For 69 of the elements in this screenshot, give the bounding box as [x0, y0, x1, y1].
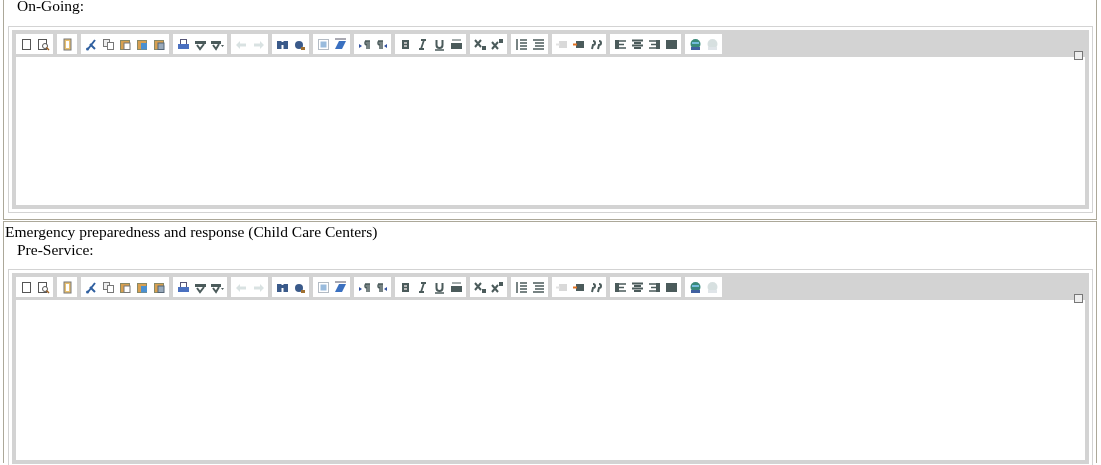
clipboard-icon [152, 280, 166, 294]
underline-icon [432, 37, 446, 51]
collapse-toolbar-button[interactable] [1074, 51, 1083, 60]
clipboard-icon [118, 280, 132, 294]
superscript-icon [490, 37, 504, 51]
selection-icon [316, 37, 330, 51]
page-icon [19, 280, 33, 294]
pilcrow-left-icon [374, 280, 388, 294]
preview-button[interactable] [35, 279, 51, 295]
globe-icon [705, 280, 719, 294]
align-right-icon [647, 280, 661, 294]
align-left-icon [613, 280, 627, 294]
align-right-icon [647, 37, 661, 51]
eraser-icon [333, 280, 347, 294]
justify-icon [664, 280, 678, 294]
align-center-icon [630, 37, 644, 51]
subscript-icon [473, 280, 487, 294]
copy-button[interactable] [100, 36, 116, 52]
printer-icon [176, 37, 190, 51]
superscript-icon [490, 280, 504, 294]
subscript-icon [473, 37, 487, 51]
quote-marks-icon [589, 280, 603, 294]
pilcrow-left-icon [374, 37, 388, 51]
clipboard-icon [152, 37, 166, 51]
underline-icon [432, 280, 446, 294]
align-center-icon [630, 280, 644, 294]
pilcrow-right-icon [357, 37, 371, 51]
globe-icon [705, 37, 719, 51]
copy-icon [101, 37, 115, 51]
eraser-icon [333, 37, 347, 51]
clipboard-icon [135, 37, 149, 51]
page-icon [19, 37, 33, 51]
bullet-list-button[interactable] [530, 279, 546, 295]
field-label: On-Going: [16, 0, 85, 15]
strike-button[interactable] [448, 279, 464, 295]
strikethrough-icon [449, 280, 463, 294]
collapse-toolbar-button[interactable] [1074, 294, 1083, 303]
pilcrow-right-icon [357, 280, 371, 294]
bullet-list-button[interactable] [530, 36, 546, 52]
bulleted-list-icon [531, 280, 545, 294]
preview-button[interactable] [35, 36, 51, 52]
page-magnifier-icon [36, 37, 50, 51]
print-button[interactable] [175, 279, 191, 295]
print-button[interactable] [175, 36, 191, 52]
superscript-button[interactable] [489, 36, 505, 52]
align-left-icon [613, 37, 627, 51]
bulleted-list-icon [531, 37, 545, 51]
copy-icon [101, 280, 115, 294]
strikethrough-icon [449, 37, 463, 51]
clipboard-icon [118, 37, 132, 51]
selection-icon [316, 280, 330, 294]
quote-marks-icon [589, 37, 603, 51]
globe-link-icon [688, 37, 702, 51]
superscript-button[interactable] [489, 279, 505, 295]
ordered-list-button[interactable] [513, 279, 529, 295]
printer-icon [176, 280, 190, 294]
remove-format-button[interactable] [332, 36, 348, 52]
remove-format-button[interactable] [332, 279, 348, 295]
page-magnifier-icon [36, 280, 50, 294]
clipboard-icon [135, 280, 149, 294]
numbered-list-icon [514, 280, 528, 294]
numbered-list-icon [514, 37, 528, 51]
strike-button[interactable] [448, 36, 464, 52]
ordered-list-button[interactable] [513, 36, 529, 52]
justify-icon [664, 37, 678, 51]
section-title: Emergency preparedness and response (Child Care Centers) [4, 222, 378, 241]
field-label: Pre-Service: [16, 241, 94, 259]
copy-button[interactable] [100, 279, 116, 295]
globe-link-icon [688, 280, 702, 294]
